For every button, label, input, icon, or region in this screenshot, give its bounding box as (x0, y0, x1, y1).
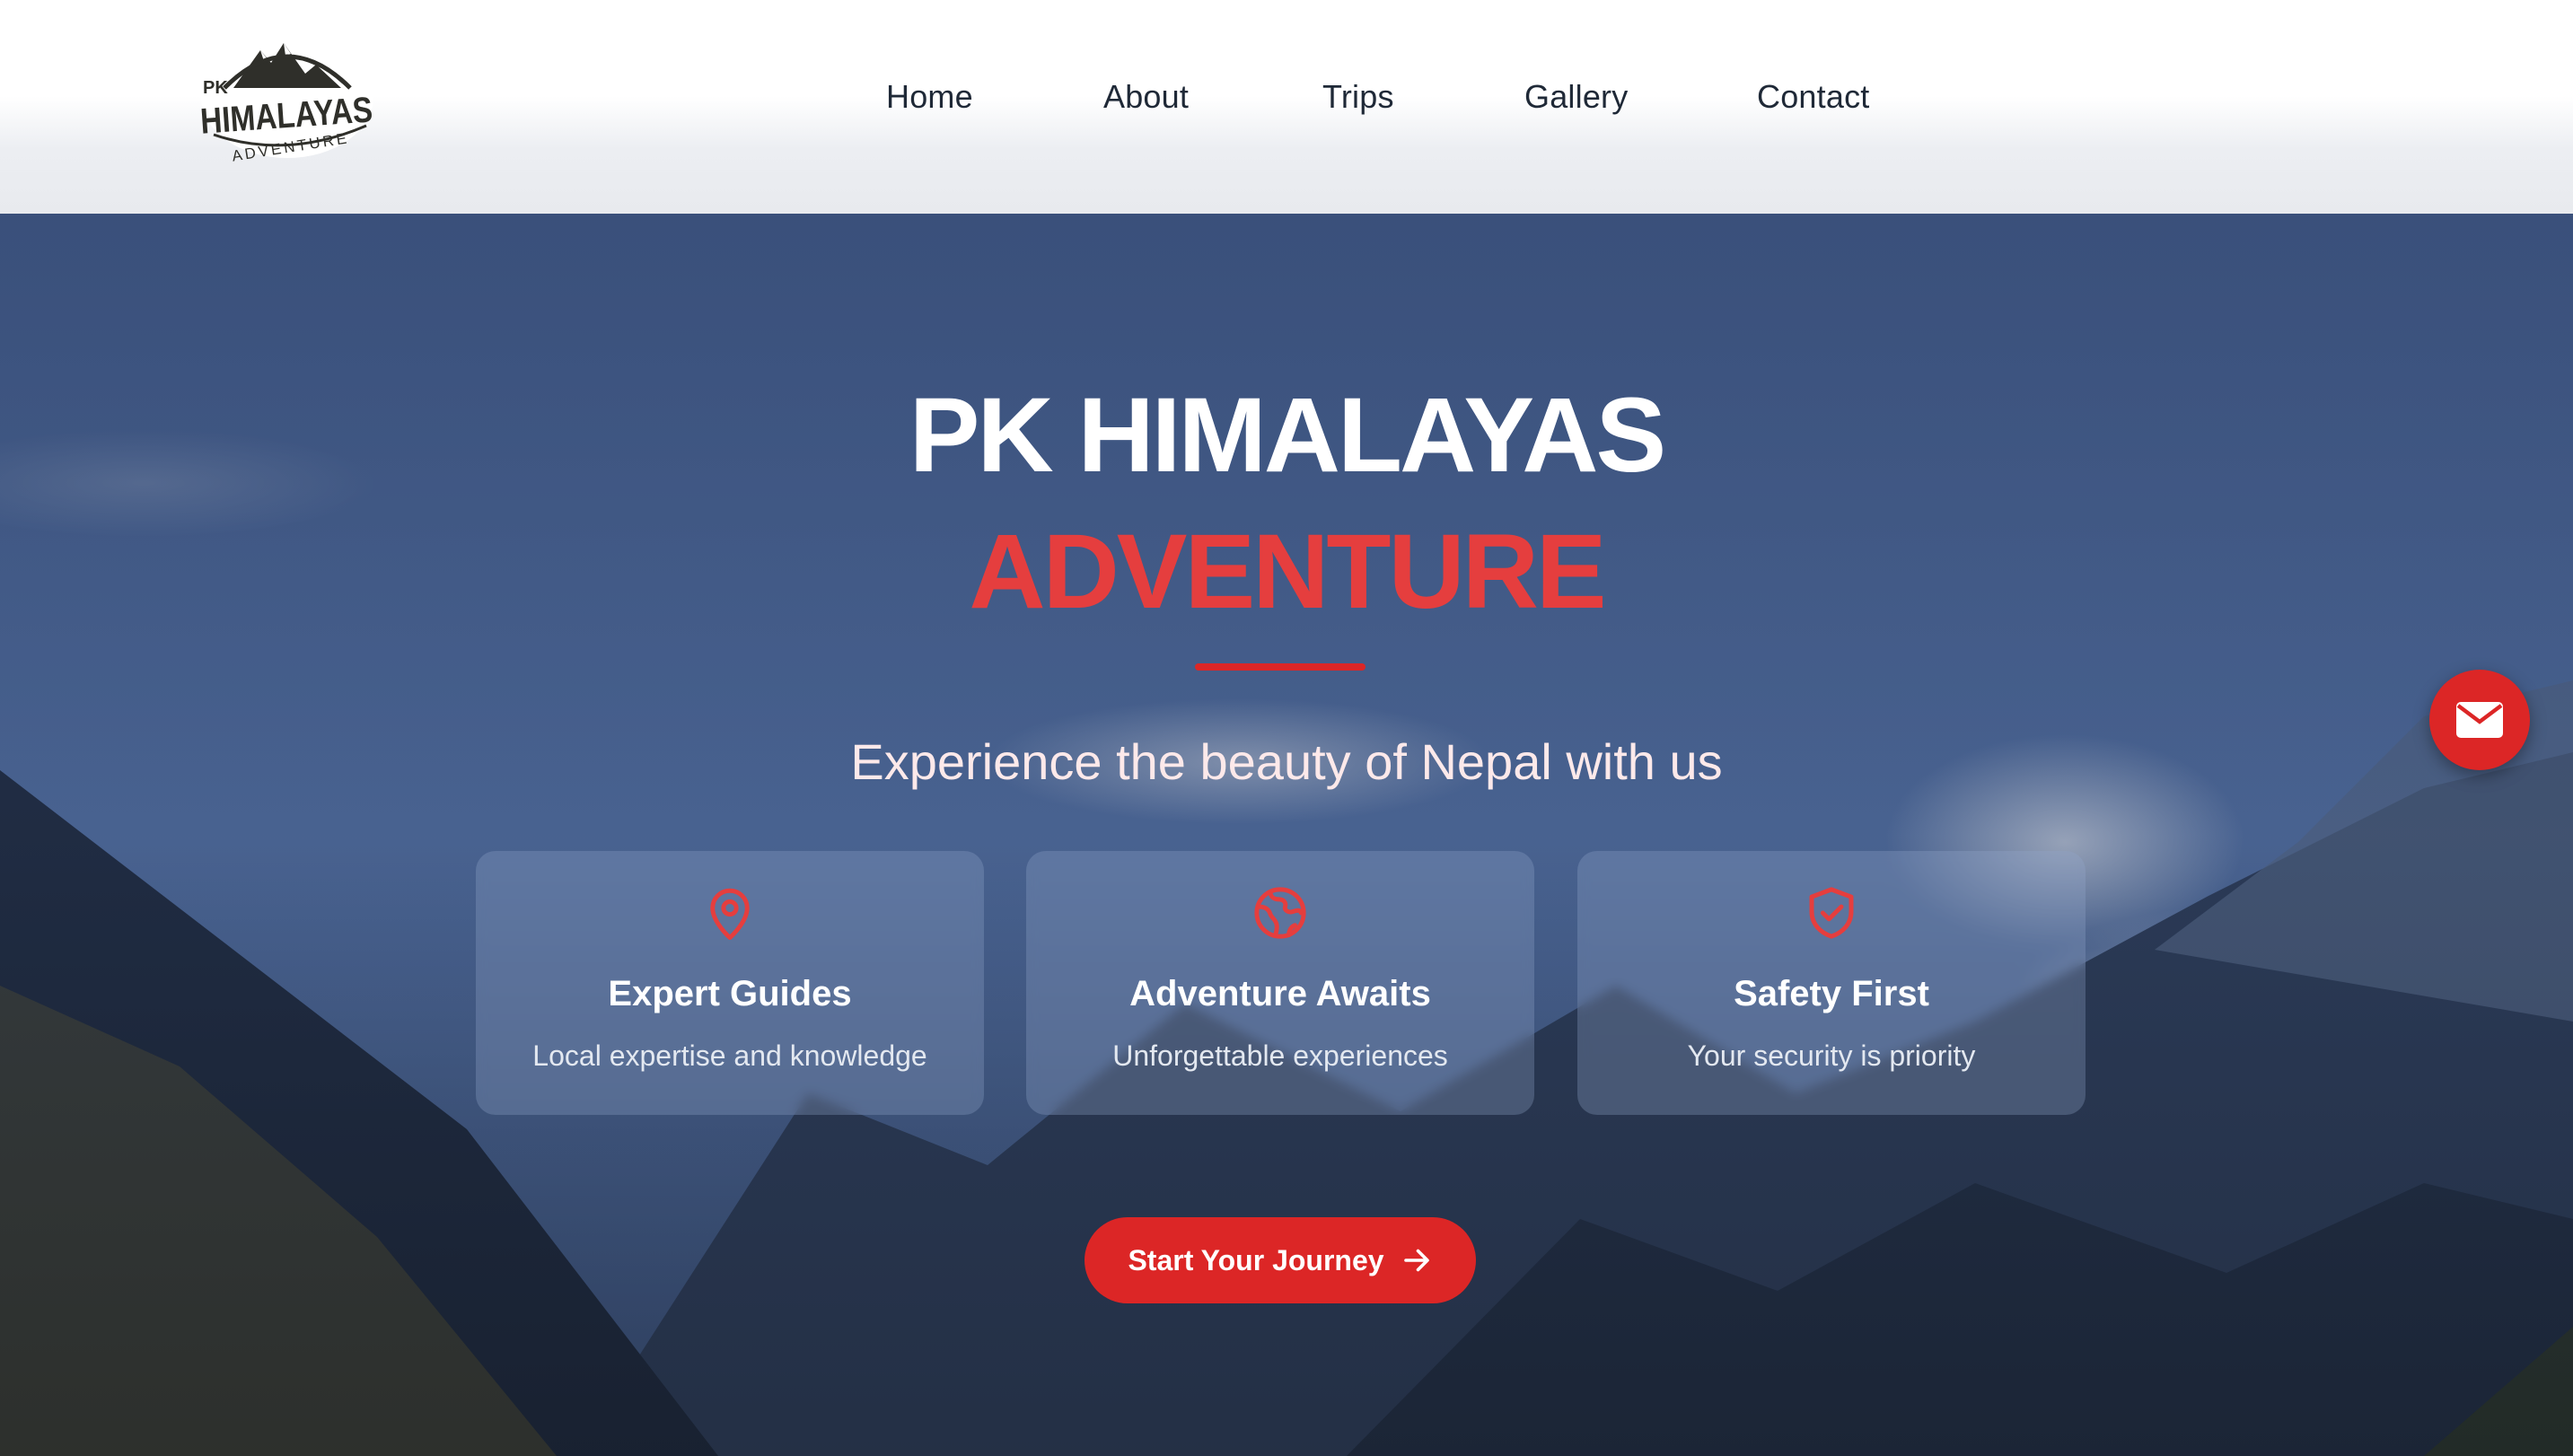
feature-description: Unforgettable experiences (1112, 1039, 1448, 1072)
hero-section: PK HIMALAYAS ADVENTURE Experience the be… (0, 214, 2573, 1456)
map-pin-icon (700, 883, 760, 943)
feature-description: Local expertise and knowledge (532, 1039, 927, 1072)
feature-title: Safety First (1734, 974, 1929, 1013)
feature-card-adventure-awaits: Adventure Awaits Unforgettable experienc… (1026, 851, 1534, 1115)
feature-card-safety-first: Safety First Your security is priority (1577, 851, 2086, 1115)
hero-subtitle: Experience the beauty of Nepal with us (850, 733, 1723, 790)
globe-icon (1251, 883, 1310, 943)
nav-contact[interactable]: Contact (1757, 72, 1869, 122)
envelope-icon (2456, 702, 2503, 738)
nav-trips[interactable]: Trips (1322, 72, 1394, 122)
feature-title: Expert Guides (608, 974, 852, 1013)
shield-check-icon (1802, 883, 1861, 943)
hero-title-accent: ADVENTURE (969, 513, 1606, 631)
feature-card-expert-guides: Expert Guides Local expertise and knowle… (476, 851, 984, 1115)
site-header: PK HIMALAYAS ADVENTURE Home About Trips … (0, 0, 2573, 214)
nav-gallery[interactable]: Gallery (1524, 72, 1628, 122)
arrow-right-icon (1403, 1249, 1429, 1272)
cta-label: Start Your Journey (1128, 1243, 1384, 1276)
feature-title: Adventure Awaits (1129, 974, 1431, 1013)
nav-about[interactable]: About (1103, 72, 1189, 122)
feature-description: Your security is priority (1687, 1039, 1976, 1072)
title-divider (1195, 663, 1366, 671)
nav-home[interactable]: Home (886, 72, 973, 122)
hero-title: PK HIMALAYAS (909, 376, 1666, 495)
main-nav: Home About Trips Gallery Contact (0, 72, 2573, 122)
contact-email-button[interactable] (2429, 670, 2530, 770)
start-journey-button[interactable]: Start Your Journey (1085, 1217, 1476, 1303)
